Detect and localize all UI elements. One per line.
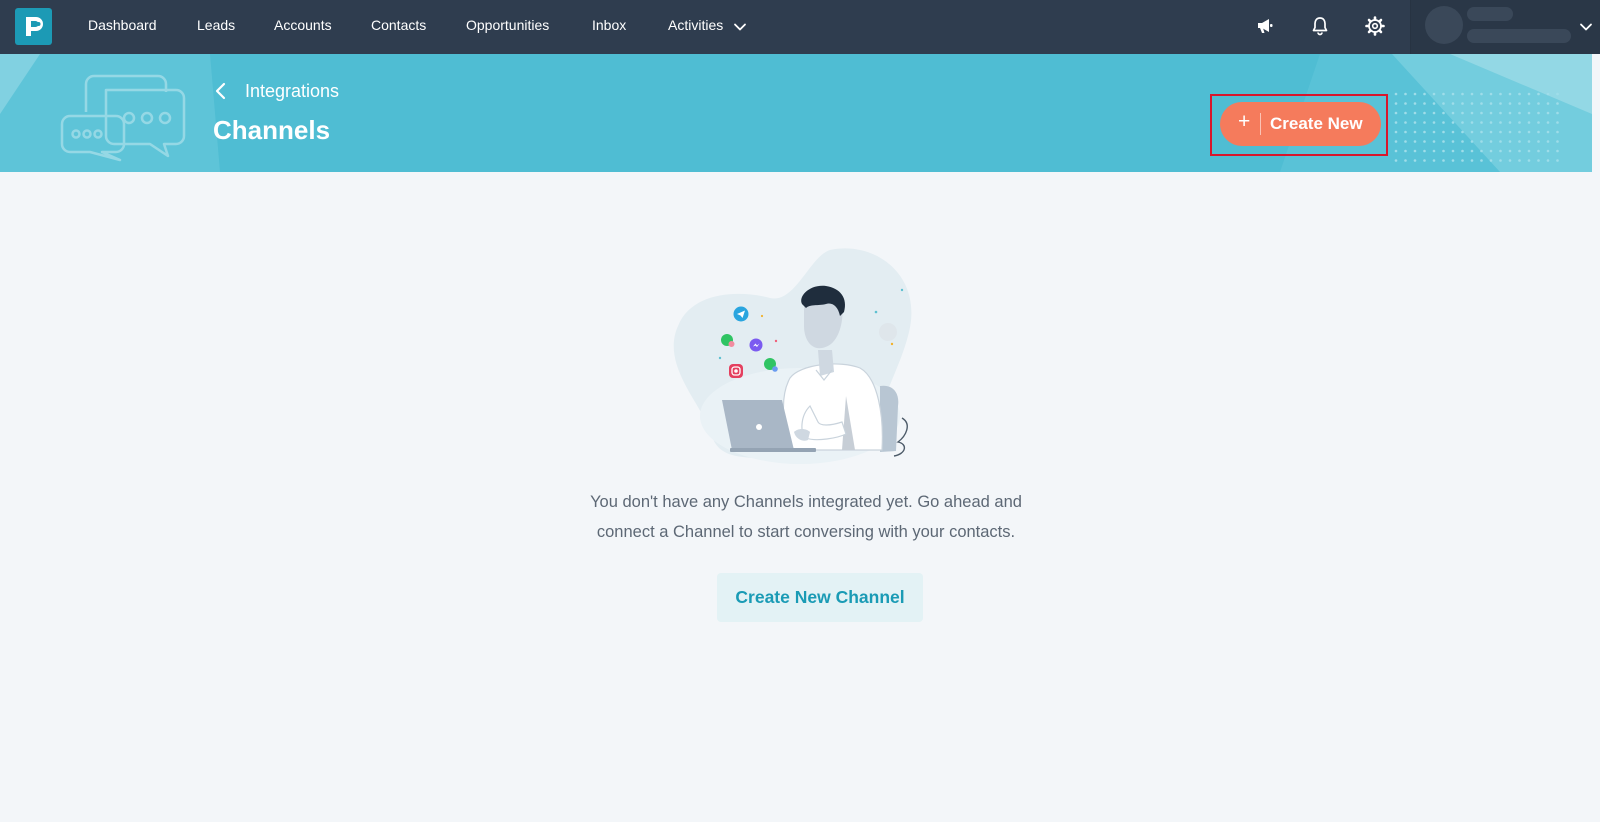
chat-bubbles-icon xyxy=(60,74,186,162)
nav-opportunities[interactable]: Opportunities xyxy=(466,0,549,54)
nav-dashboard[interactable]: Dashboard xyxy=(88,0,157,54)
gear-icon[interactable] xyxy=(1364,15,1386,37)
avatar xyxy=(1425,6,1463,44)
nav-inbox[interactable]: Inbox xyxy=(592,0,626,54)
user-email-placeholder xyxy=(1467,29,1571,43)
breadcrumb-integrations[interactable]: Integrations xyxy=(245,81,339,102)
empty-state-illustration xyxy=(673,248,912,464)
empty-message-line-1: You don't have any Channels integrated y… xyxy=(590,493,1022,511)
chevron-down-icon[interactable] xyxy=(731,18,749,36)
chevron-down-icon[interactable] xyxy=(1577,18,1595,36)
empty-message-line-2: connect a Channel to start conversing wi… xyxy=(596,523,1016,541)
nav-accounts[interactable]: Accounts xyxy=(274,0,332,54)
nav-leads[interactable]: Leads xyxy=(197,0,235,54)
empty-state-message: You don't have any Channels integrated y… xyxy=(500,487,1112,547)
page-title: Channels xyxy=(213,115,331,145)
create-new-label: Create New xyxy=(1270,114,1363,133)
megaphone-icon[interactable] xyxy=(1254,15,1276,37)
plus-icon: + xyxy=(1238,110,1251,133)
back-arrow-icon[interactable] xyxy=(211,80,231,102)
nav-activities[interactable]: Activities xyxy=(668,0,723,54)
user-menu[interactable] xyxy=(1410,0,1600,54)
dot-pattern-decoration xyxy=(1394,92,1564,166)
create-new-channel-button[interactable]: Create New Channel xyxy=(717,573,923,622)
page-header-banner: Integrations Channels + Create New xyxy=(0,54,1592,172)
bell-icon[interactable] xyxy=(1309,15,1331,37)
user-name-placeholder xyxy=(1467,7,1513,21)
button-divider xyxy=(1260,113,1261,135)
nav-contacts[interactable]: Contacts xyxy=(371,0,426,54)
top-navigation-bar: Dashboard Leads Accounts Contacts Opport… xyxy=(0,0,1600,54)
app-logo-icon[interactable] xyxy=(15,8,52,45)
create-new-button[interactable]: + Create New xyxy=(1220,102,1381,146)
